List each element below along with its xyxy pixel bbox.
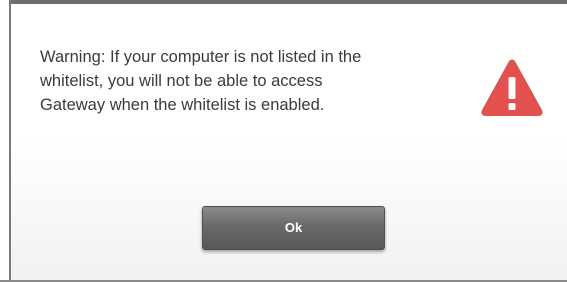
warning-message-line: Warning: If your computer is not listed …	[40, 48, 362, 66]
warning-message-line: whitelist, you will not be able to acces…	[40, 72, 323, 90]
dialog-top-border	[0, 0, 567, 4]
warning-message: Warning: If your computer is not listed …	[40, 45, 460, 117]
warning-message-line: Gateway when the whitelist is enabled.	[40, 96, 325, 114]
dialog-left-border	[0, 0, 11, 282]
warning-dialog: Warning: If your computer is not listed …	[0, 0, 567, 282]
ok-button[interactable]: Ok	[202, 206, 385, 250]
warning-triangle-icon	[481, 59, 543, 116]
